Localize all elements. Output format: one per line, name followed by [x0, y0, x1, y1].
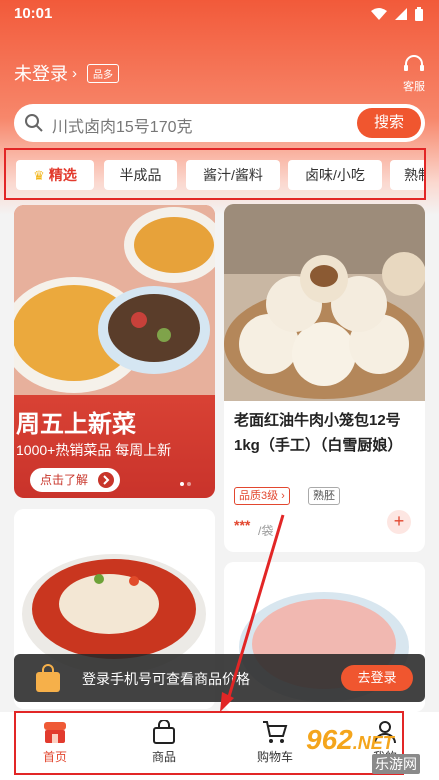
- product-name: 老面红油牛肉小笼包12号1kg（手工）（白雪厨娘）: [234, 412, 403, 454]
- search-button[interactable]: 搜索: [357, 108, 421, 138]
- customer-service-button[interactable]: 客服: [403, 55, 425, 94]
- quality-chip[interactable]: 品多: [87, 63, 119, 83]
- headset-icon: [404, 55, 424, 71]
- signal-icon: [395, 8, 407, 20]
- status-icons: [371, 7, 423, 21]
- watermark-site: 乐游网: [372, 754, 420, 774]
- carousel-dots: [180, 482, 191, 486]
- category-tab-sauces[interactable]: 酱汁/酱料: [186, 160, 280, 190]
- category-tab-semi-finished[interactable]: 半成品: [104, 160, 177, 190]
- arrow-right-icon: [98, 472, 114, 488]
- category-tab-featured[interactable]: ♛ 精选: [16, 160, 94, 190]
- type-tag: 熟胚: [308, 487, 340, 505]
- login-entry[interactable]: 未登录 › 品多: [14, 60, 119, 86]
- login-prompt-banner: 登录手机号可查看商品价格 去登录: [14, 654, 425, 702]
- status-time: 10:01: [14, 5, 53, 22]
- promo-button-label: 点击了解: [40, 473, 89, 487]
- watermark: 962.NET 乐游网: [300, 724, 439, 780]
- category-tab-snacks[interactable]: 卤味/小吃: [288, 160, 382, 190]
- product-card[interactable]: 老面红油牛肉小笼包12号1kg（手工）（白雪厨娘） 品质3级 › 熟胚 *** …: [224, 204, 425, 552]
- go-login-button[interactable]: 去登录: [341, 665, 413, 691]
- wifi-icon: [371, 8, 387, 20]
- search-icon: [25, 114, 43, 132]
- promo-food-image: [14, 205, 215, 395]
- product-price: ***: [234, 517, 251, 533]
- quality-tag[interactable]: 品质3级 ›: [234, 487, 290, 505]
- add-to-cart-button[interactable]: +: [387, 510, 411, 534]
- watermark-number: 962.NET: [306, 724, 394, 755]
- product-unit: /袋: [258, 524, 274, 538]
- promo-subtitle: 1000+热销菜品 每周上新: [16, 442, 172, 458]
- crown-icon: ♛: [33, 168, 45, 183]
- login-label: 未登录: [14, 64, 68, 84]
- battery-icon: [415, 7, 423, 21]
- promo-learn-more-button[interactable]: 点击了解: [30, 468, 120, 492]
- chevron-right-icon: ›: [72, 64, 77, 82]
- login-prompt-text: 登录手机号可查看商品价格: [82, 671, 250, 687]
- search-input[interactable]: 川式卤肉15号170克: [52, 113, 193, 137]
- product-image: [224, 204, 425, 401]
- search-bar[interactable]: 川式卤肉15号170克 搜索: [14, 104, 425, 142]
- shopping-bag-icon: [36, 664, 60, 692]
- category-label: 精选: [48, 167, 77, 183]
- category-tabs: ♛精选 半成品 酱汁/酱料 卤味/小吃 熟制: [4, 148, 426, 200]
- status-bar: 10:01: [0, 0, 439, 30]
- promo-title: 周五上新菜: [16, 411, 136, 438]
- category-tab-cooked[interactable]: 熟制: [390, 160, 424, 190]
- service-label: 客服: [403, 81, 425, 93]
